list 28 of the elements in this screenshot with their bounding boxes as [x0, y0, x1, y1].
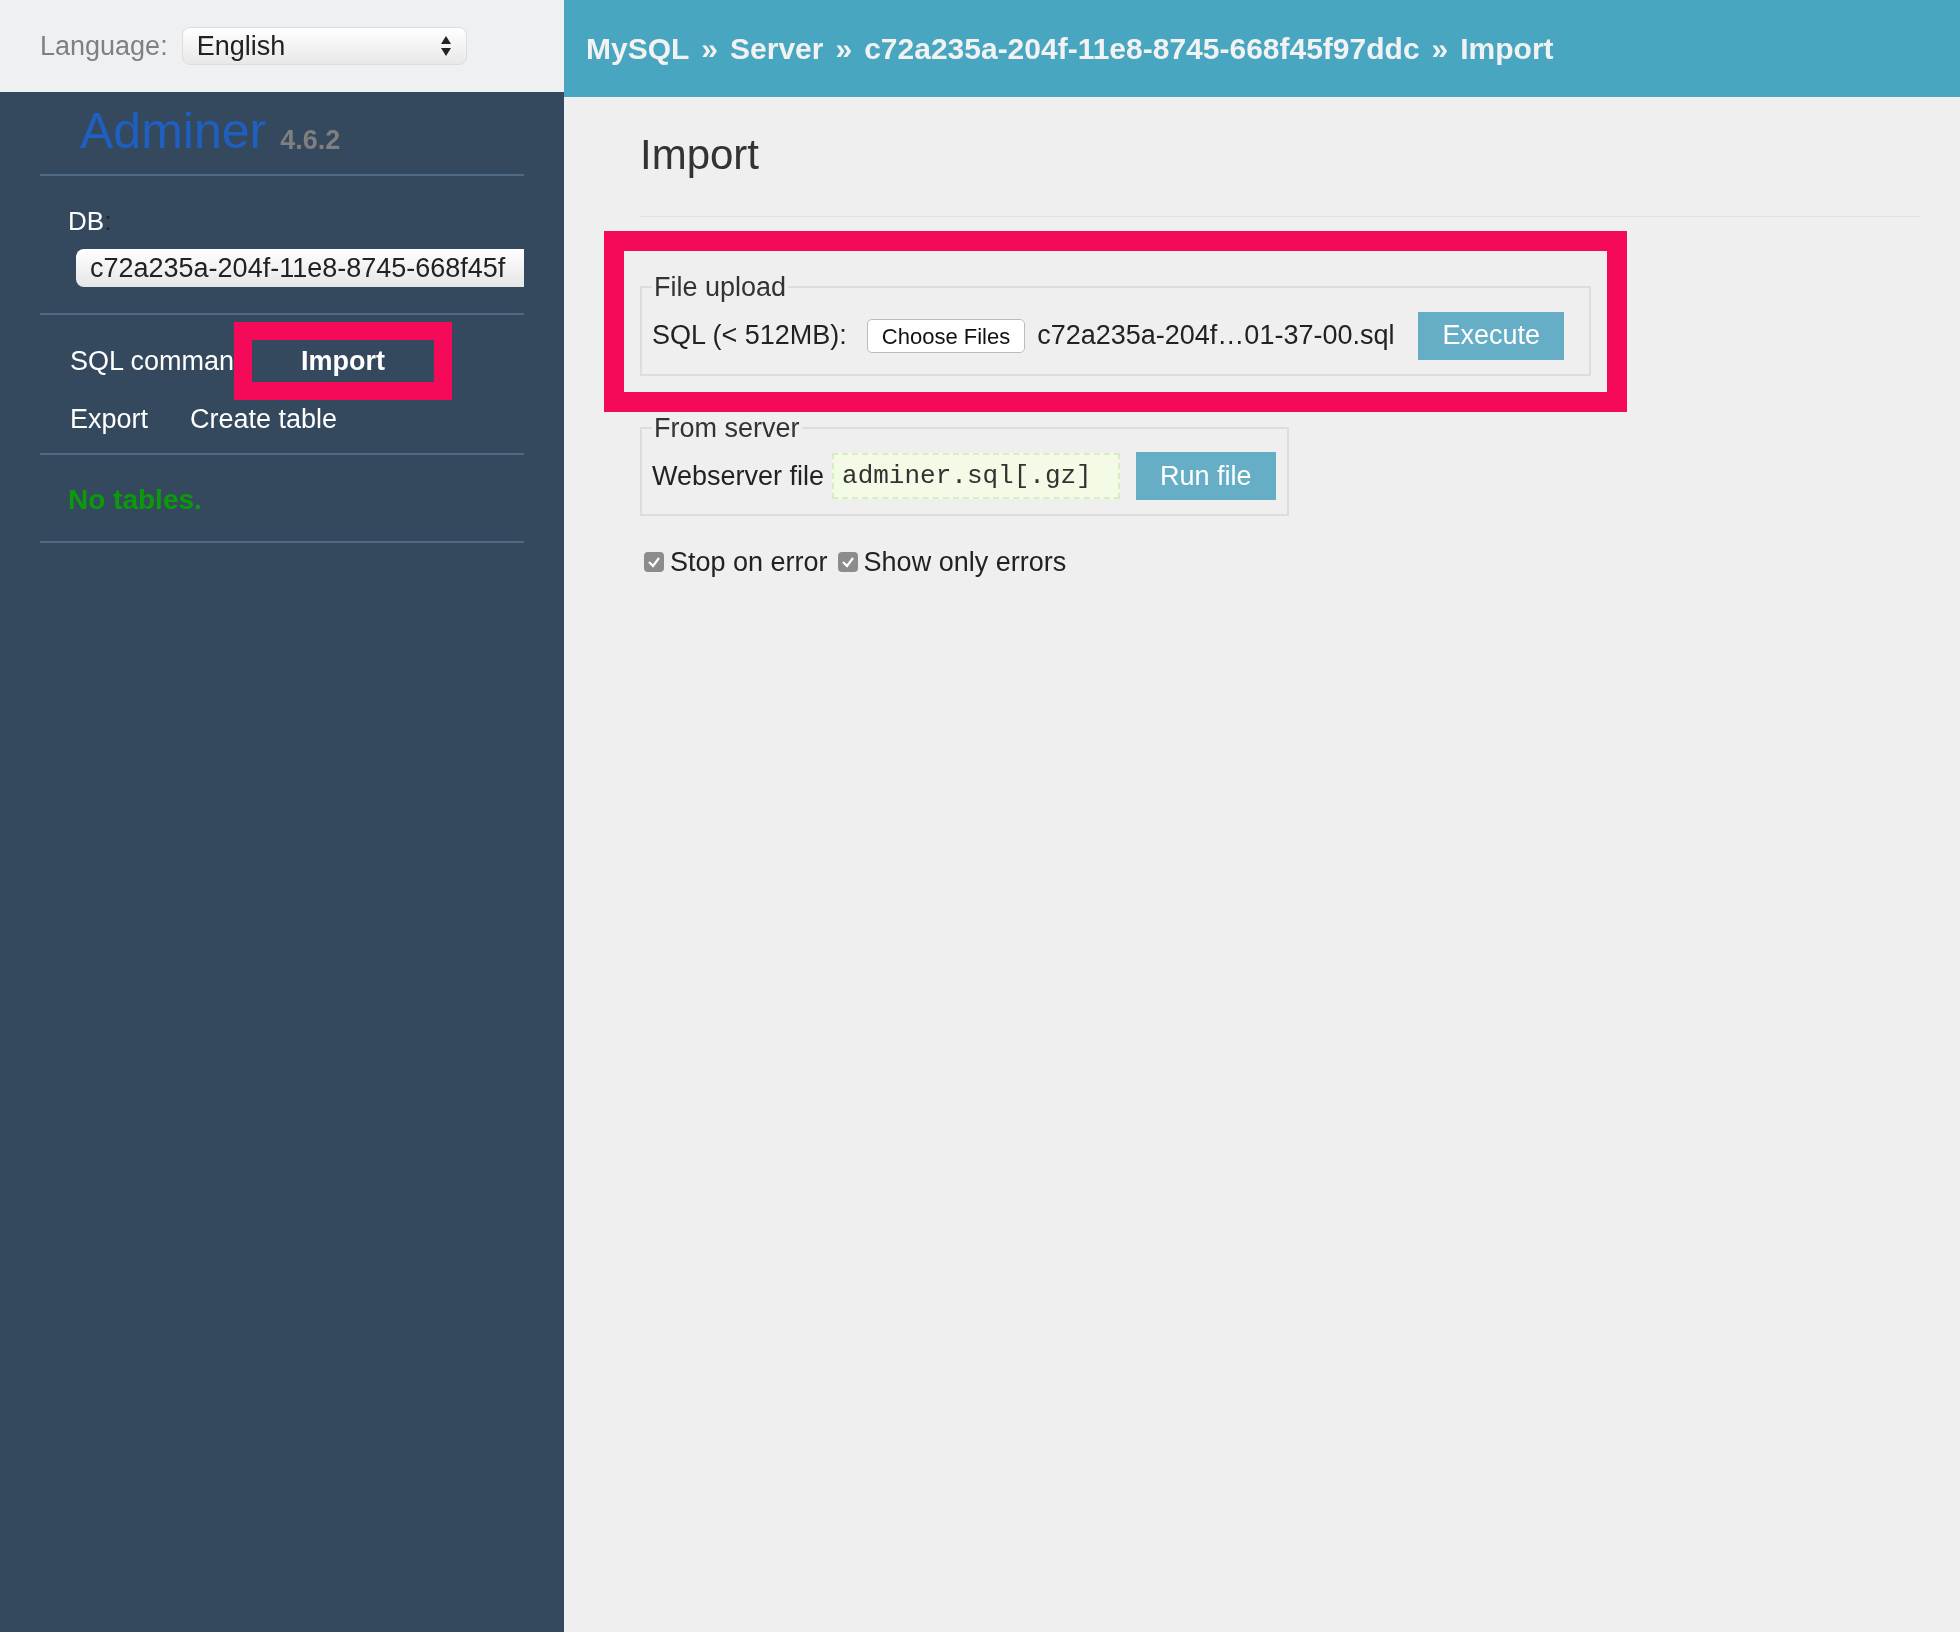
nav-link[interactable]: SQL comman [70, 340, 235, 382]
choose-files-button[interactable]: Choose Files [866, 318, 1026, 353]
nav-link[interactable]: Export [70, 398, 149, 440]
field-label: SQL (< 512MB): [652, 319, 847, 353]
page-title: Import [640, 123, 1920, 217]
fieldset-legend: From server [652, 407, 802, 448]
version-label: 4.6.2 [280, 127, 341, 154]
separator-text: : [104, 206, 112, 236]
checkbox[interactable] [644, 552, 664, 573]
language-label: Language: [40, 29, 168, 63]
select-value: English [196, 29, 286, 63]
checkbox[interactable] [837, 552, 858, 573]
highlighted-link[interactable]: Import [234, 322, 453, 400]
nav-link[interactable]: Create table [190, 398, 338, 440]
separator-text: » [835, 31, 853, 67]
empty-message: No tables. [67, 483, 203, 517]
dropdown-arrows-icon [439, 35, 452, 57]
file-name: c72a235a-204f…01-37-00.sql [1037, 319, 1395, 353]
field-label: Webserver file [652, 459, 825, 493]
checkbox-label: Show only errors [863, 546, 1067, 579]
separator-text: » [701, 31, 719, 67]
db-label: DB [68, 206, 105, 236]
language-select[interactable]: English [181, 27, 467, 65]
fieldset-legend: File upload [652, 267, 789, 308]
checkbox-label: Stop on error [670, 546, 828, 579]
separator-text: » [1431, 31, 1449, 67]
database-select[interactable]: c72a235a-204f-11e8-8745-668f45f [76, 249, 524, 287]
input-field[interactable]: adminer.sql[.gz] [832, 453, 1121, 499]
